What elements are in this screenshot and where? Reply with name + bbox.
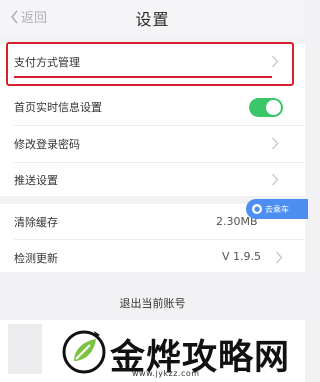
clear-cache-label: 清除缓存 (14, 216, 58, 229)
chevron-right-icon (276, 251, 283, 264)
placeholder-card (8, 324, 42, 374)
nav-bar: 返回 设置 (0, 0, 305, 36)
change-password-label: 修改登录密码 (14, 138, 80, 151)
chevron-right-icon (272, 137, 279, 150)
change-password-row[interactable]: 修改登录密码 (0, 126, 305, 162)
toggle-knob (266, 100, 281, 115)
ride-badge[interactable]: ● 去乘车 (246, 199, 308, 219)
chevron-right-icon (272, 173, 279, 186)
highlight-box (6, 42, 294, 86)
check-update-label: 检测更新 (14, 252, 58, 265)
highlight-underline (14, 76, 272, 78)
realtime-info-label: 首页实时信息设置 (14, 101, 102, 114)
realtime-info-toggle[interactable] (249, 98, 283, 117)
logout-button[interactable]: 退出当前账号 (0, 295, 305, 311)
push-settings-label: 推送设置 (14, 174, 58, 187)
watermark-logo-icon (62, 330, 106, 374)
push-settings-row[interactable]: 推送设置 (0, 162, 305, 198)
ride-badge-label: 去乘车 (265, 204, 289, 214)
version-value: V 1.9.5 (222, 250, 262, 263)
watermark: 金烨攻略网 www.jykzz.com (60, 325, 305, 382)
bus-icon: ● (252, 204, 262, 214)
page-title: 设置 (135, 10, 170, 29)
watermark-url: www.jykzz.com (132, 369, 200, 378)
